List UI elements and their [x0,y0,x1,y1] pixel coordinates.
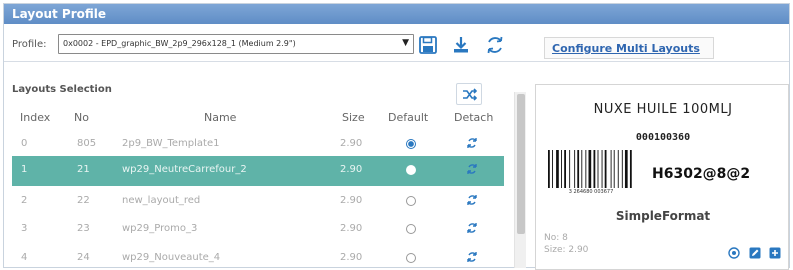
col-header-detach: Detach [454,111,494,124]
preview-code2: H6302@8@2 [652,166,751,182]
cell-size: 2.90 [340,252,363,263]
cell-index: 4 [21,252,28,263]
layout-preview: NUXE HUILE 100MLJ 000100360 3 264680 003… [535,84,789,270]
default-radio[interactable] [406,139,416,149]
cell-no: 805 [77,138,97,149]
barcode-image [548,150,632,188]
col-header-index: Index [20,111,51,124]
barcode-bar [585,150,587,188]
barcode-bar [561,150,562,188]
default-radio[interactable] [406,165,416,175]
col-header-default: Default [388,111,429,124]
profile-label: Profile: [12,39,47,50]
target-icon[interactable] [728,247,740,259]
edit-icon[interactable] [749,247,761,259]
barcode-bar [556,150,559,188]
default-radio[interactable] [406,224,416,234]
preview-code: 000100360 [635,132,691,143]
profile-select-value: 0x0002 - EPD_graphic_BW_2p9_296x128_1 (M… [63,39,296,48]
barcode-bar [604,150,607,188]
table-row[interactable]: 4 24 wp29_Nouveaute_4 2.90 [12,244,504,270]
detach-icon[interactable] [466,194,478,206]
cell-index: 3 [21,223,28,234]
profile-row: Profile: 0x0002 - EPD_graphic_BW_2p9_296… [4,26,789,62]
col-header-no: No [74,111,89,124]
detach-icon[interactable] [466,251,478,263]
sync-icon[interactable] [484,34,506,56]
preview-size: Size: 2.90 [544,245,589,255]
cell-size: 2.90 [340,195,363,206]
barcode-bar [574,150,576,188]
barcode-bar [581,150,583,188]
shuffle-button[interactable] [456,83,482,105]
preview-format-name: SimpleFormat [615,209,711,223]
table-row[interactable]: 1 21 wp29_NeutreCarrefour_2 2.90 [12,156,504,186]
default-radio[interactable] [406,253,416,263]
barcode-bar [588,150,592,188]
add-icon[interactable] [769,247,781,259]
cell-name: new_layout_red [122,195,201,206]
scrollbar[interactable] [514,92,526,268]
floppy-disk-icon[interactable] [417,34,439,56]
barcode-bar [564,150,566,188]
cell-no: 23 [77,223,90,234]
scrollbar-thumb[interactable] [517,94,525,234]
cell-name: wp29_Nouveaute_4 [122,252,221,263]
barcode-number: 3 264680 003677 [568,189,614,195]
barcode-bar [624,150,628,188]
barcode-bar [601,150,603,188]
cell-index: 2 [21,195,28,206]
barcode-bar [552,150,553,188]
panel-title: Layout Profile [4,4,789,24]
col-header-size: Size [342,111,365,124]
chevron-down-icon: ▼ [402,38,409,48]
detach-icon[interactable] [466,137,478,149]
layouts-selection-title: Layouts Selection [12,84,112,95]
layout-profile-panel: Layout Profile Profile: 0x0002 - EPD_gra… [3,3,790,270]
barcode-bar [613,150,615,188]
cell-name: wp29_Promo_3 [122,223,198,234]
download-icon[interactable] [450,34,472,56]
barcode-bar [597,150,599,188]
table-row[interactable]: 2 22 new_layout_red 2.90 [12,187,504,217]
cell-size: 2.90 [340,164,363,175]
configure-multi-layouts-link[interactable]: Configure Multi Layouts [544,37,714,59]
preview-no: No: 8 [544,233,568,243]
barcode-bar [629,150,632,188]
preview-product-title: NUXE HUILE 100MLJ [593,102,733,117]
cell-no: 21 [77,164,90,175]
cell-name: wp29_NeutreCarrefour_2 [122,164,247,175]
cell-index: 0 [21,138,28,149]
profile-select[interactable]: 0x0002 - EPD_graphic_BW_2p9_296x128_1 (M… [58,34,414,54]
barcode-bar [577,150,580,188]
barcode-bar [569,150,571,188]
default-radio[interactable] [406,196,416,206]
col-header-name: Name [204,111,237,124]
barcode-bar [593,150,596,188]
cell-no: 24 [77,252,90,263]
cell-index: 1 [21,164,28,175]
cell-name: 2p9_BW_Template1 [122,138,220,149]
barcode-bar [621,150,623,188]
cell-no: 22 [77,195,90,206]
barcode-bar [548,150,550,188]
shuffle-icon [463,88,477,101]
cell-size: 2.90 [340,223,363,234]
barcode-bar [617,150,619,188]
cell-size: 2.90 [340,138,363,149]
barcode-bar [610,150,612,188]
detach-icon[interactable] [466,163,478,175]
table-row[interactable]: 3 23 wp29_Promo_3 2.90 [12,215,504,245]
detach-icon[interactable] [466,222,478,234]
